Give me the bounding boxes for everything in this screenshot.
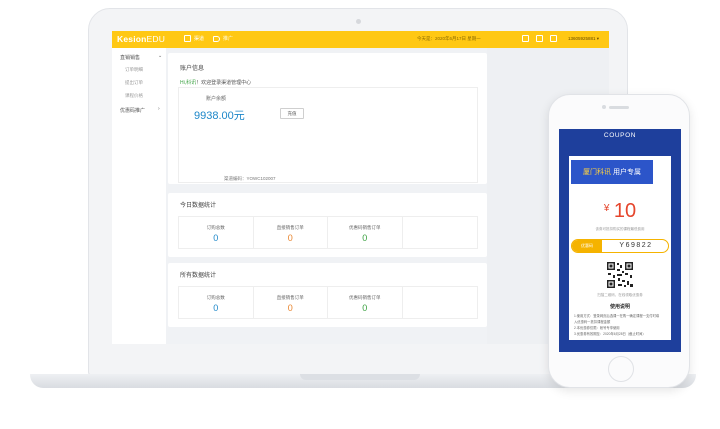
rule-line: 3.优惠券有效期至：2020年6月28日（截止时间） <box>574 332 646 336</box>
stat-direct-orders: 直接销售订单 0 <box>254 287 328 318</box>
sidebar-item-order-details[interactable]: 订单明细 <box>125 67 143 73</box>
stat-direct-orders: 直接销售订单 0 <box>254 217 328 248</box>
coupon-code-label: 优惠码 <box>572 240 602 252</box>
stat-coupon-orders: 优惠码销售订单 0 <box>328 287 403 318</box>
date-notice: 今天是：2020年6月17日 星期一 <box>417 36 481 41</box>
tag-icon <box>213 35 220 42</box>
stat-total-orders: 订购总数 0 <box>179 287 254 318</box>
chevron-right-icon[interactable]: › <box>158 106 160 112</box>
qr-code-icon <box>606 261 634 289</box>
stat-empty <box>403 287 478 318</box>
coupon-code-value: Y69822 <box>619 242 653 249</box>
stat-coupon-orders: 优惠码销售订单 0 <box>328 217 403 248</box>
balance-label: 账户余额 <box>206 96 227 102</box>
welcome-text: Hi,科讯！欢迎登录渠道管理中心 <box>180 80 252 86</box>
sidebar-group-direct-sales[interactable]: 直销销售 <box>120 54 140 61</box>
stat-empty <box>403 217 478 248</box>
sidebar-item-submit-order[interactable]: 提出订单 <box>125 80 143 86</box>
top-icons <box>522 35 557 42</box>
recharge-button[interactable]: 充值 <box>280 108 304 119</box>
coupon-banner: 厦门科讯 用户专属 <box>571 160 653 184</box>
coupon-usage: 该券可抵扣购买的课程最低费用 <box>595 227 645 231</box>
sidebar: 直销销售 ⌄ 订单明细 提出订单 课程价格 优惠码推广 › <box>112 48 166 344</box>
rules-title: 使用说明 <box>609 304 630 310</box>
today-stats-row: 订购总数 0 直接销售订单 0 优惠码销售订单 0 <box>178 216 478 249</box>
laptop-notch <box>300 374 420 380</box>
today-stats-panel: 今日数据统计 订购总数 0 直接销售订单 0 优惠码销售订单 0 <box>168 193 487 257</box>
balance-value: 9938.00元 <box>194 110 245 122</box>
settings-icon[interactable] <box>550 35 557 42</box>
qr-tip: 扫描二维码，在线领取优惠券 <box>597 293 643 297</box>
nav-tab-channel[interactable]: 渠道 <box>184 35 204 42</box>
channel-code: 渠道编码：YOWC102007 <box>224 176 276 181</box>
dashboard-icon <box>184 35 191 42</box>
all-stats-title: 所有数据统计 <box>180 273 217 279</box>
coupon-amount: ¥ 10 <box>603 200 637 222</box>
sidebar-item-course-price[interactable]: 课程价格 <box>125 93 143 99</box>
today-stats-title: 今日数据统计 <box>180 203 217 209</box>
brand-logo[interactable]: KesionEDU <box>117 34 165 44</box>
coupon-code-bar[interactable]: 优惠码 Y69822 <box>571 239 669 253</box>
sidebar-group-coupon-promo[interactable]: 优惠码推广 <box>120 107 145 114</box>
account-panel: 账户信息 Hi,科讯！欢迎登录渠道管理中心 账户余额 9938.00元 充值 渠… <box>168 53 487 184</box>
coupon-header: COUPON <box>603 132 637 139</box>
phone-home-button <box>608 356 634 382</box>
laptop-screen: KesionEDU 渠道 推广 今天是：2020年6月17日 星期一 13605… <box>112 31 609 344</box>
phone-camera <box>602 105 606 109</box>
phone-speaker <box>609 106 629 109</box>
stat-total-orders: 订购总数 0 <box>179 217 254 248</box>
all-stats-panel: 所有数据统计 订购总数 0 直接销售订单 0 优惠码销售订单 0 <box>168 263 487 327</box>
rule-line: 1.使用方式：登录网页后选课一在购一确定课程一支付时填 <box>574 314 660 318</box>
laptop-camera <box>356 19 361 24</box>
coupon-screen: COUPON 厦门科讯 用户专属 ¥ 10 该券可抵扣购买的课程最低费用 优惠码… <box>559 129 681 352</box>
rule-line: 入优惠码一抵扣课程金额 <box>574 320 611 324</box>
top-bar: KesionEDU 渠道 推广 今天是：2020年6月17日 星期一 13605… <box>112 31 609 48</box>
home-icon[interactable] <box>522 35 529 42</box>
all-stats-row: 订购总数 0 直接销售订单 0 优惠码销售订单 0 <box>178 286 478 319</box>
rule-line: 2.本优惠券仅限：帐号专享使用 <box>574 326 620 330</box>
message-icon[interactable] <box>536 35 543 42</box>
account-title: 账户信息 <box>180 66 205 72</box>
chevron-down-icon[interactable]: ⌄ <box>158 53 162 59</box>
nav-tab-promotion[interactable]: 推广 <box>213 35 233 42</box>
user-menu[interactable]: 13605925881 ▾ <box>568 36 599 42</box>
